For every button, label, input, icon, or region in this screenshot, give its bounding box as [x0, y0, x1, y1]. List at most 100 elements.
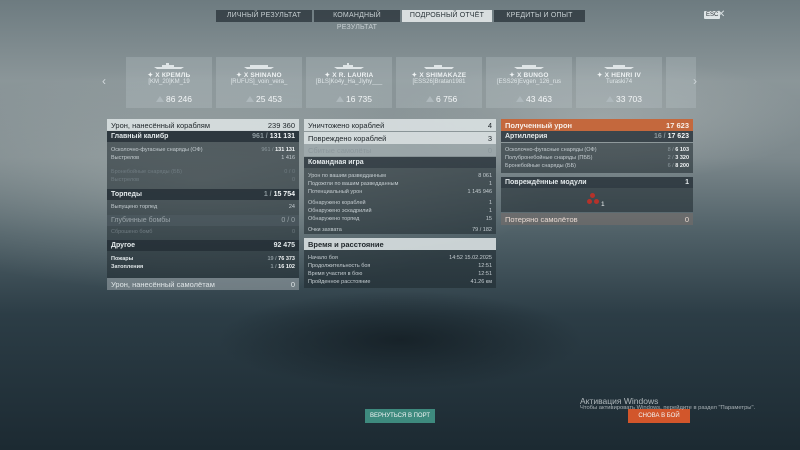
ship-damage: 86 246 — [166, 94, 192, 104]
artillery-label: Артиллерия — [505, 133, 548, 140]
main-caliber-row: Главный калибр 961 / 131 131 — [107, 131, 299, 142]
spot-damage-label: Урон по вашим разведданным — [308, 173, 386, 179]
participation-time-value: 12:51 — [478, 271, 492, 277]
artillery-row: Артиллерия 16 / 17 623 — [501, 131, 693, 142]
received-ap-hits: 6 / — [667, 163, 674, 169]
module-count: 1 — [601, 201, 605, 208]
received-he-damage: 6 103 — [675, 147, 689, 153]
distance-row: Пройденное расстояние 41.26 км — [304, 278, 496, 286]
fires-label: Пожары — [111, 256, 134, 262]
potential-damage-value: 1 145 946 — [467, 189, 492, 195]
he-shots-value: 1 416 — [281, 155, 295, 161]
torpedoes-damage: 15 754 — [273, 191, 295, 198]
ship-card[interactable]: ✦ X SHINANO [RUFUS]_voin_vera_ 25 453 — [216, 57, 302, 108]
spotted-torpedoes-label: Обнаружено торпед — [308, 216, 360, 222]
depth-charges-value: 0 / 0 — [281, 217, 295, 224]
other-damage-label: Другое — [111, 242, 136, 249]
battle-again-button[interactable]: СНОВА В БОЙ — [628, 409, 690, 423]
ship-silhouette-icon — [154, 63, 184, 69]
spotted-squadrons-row: Обнаружено эскадрилий 1 — [304, 207, 496, 215]
damage-icon — [336, 96, 344, 102]
ap-shots-value: 0 — [291, 177, 295, 183]
spotted-torpedoes-row: Обнаружено торпед 15 — [304, 215, 496, 223]
return-to-port-button[interactable]: ВЕРНУТЬСЯ В ПОРТ — [365, 409, 435, 423]
spot-fires-label: Подожгли по вашим разведданным — [308, 181, 399, 187]
received-damage-value: 17 623 — [666, 120, 689, 130]
ship-damage: 16 735 — [346, 94, 372, 104]
ship-card[interactable]: ✦ X HENRI IV Turaski74 33 703 — [576, 57, 662, 108]
received-damage-label: Полученный урон — [505, 120, 573, 130]
depth-charges-label: Глубинные бомбы — [111, 217, 171, 224]
flooding-label: Затопления — [111, 264, 144, 270]
spot-damage-value: 8 061 — [478, 173, 492, 179]
ships-destroyed-label: Уничтожено кораблей — [308, 120, 385, 130]
damaged-modules-label: Повреждённые модули — [505, 179, 587, 186]
planes-lost-label: Потеряно самолётов — [505, 214, 578, 224]
ship-card-partial[interactable] — [666, 57, 696, 108]
other-damage-row: Другое 92 475 — [107, 240, 299, 251]
received-damage-header: Полученный урон 17 623 — [501, 119, 693, 131]
damage-icon — [606, 96, 614, 102]
ap-shells-value: 0 / 0 — [284, 169, 295, 175]
ships-damaged-value: 3 — [487, 133, 492, 143]
received-sap-damage: 3 320 — [675, 155, 689, 161]
ship-silhouette-icon — [334, 63, 364, 69]
ship-card[interactable]: ✦ X R. LAURIA [BLS]Ko4y_Ha_Jlyhy___ 16 7… — [306, 57, 392, 108]
capture-points-label: Очки захвата — [308, 227, 342, 233]
player-name: Turaski74 — [605, 79, 633, 85]
received-ap-row: Бронебойные снаряды (ББ) 6 / 8 200 — [501, 162, 693, 170]
damage-icon — [516, 96, 524, 102]
damage-to-ships-header: Урон, нанесённый кораблям 239 360 — [107, 119, 299, 131]
he-shells-damage: 131 131 — [275, 147, 295, 153]
main-caliber-hits: 961 / — [252, 133, 268, 140]
depth-charges-row: Глубинные бомбы 0 / 0 — [107, 215, 299, 226]
ship-name: ✦ X R. LAURIA — [324, 72, 374, 79]
potential-damage-label: Потенциальный урон — [308, 189, 363, 195]
player-name: [BLS]Ko4y_Ha_Jlyhy___ — [315, 79, 383, 85]
tab-personal-result[interactable]: ЛИЧНЫЙ РЕЗУЛЬТАТ — [216, 10, 312, 22]
flooding-count: 1 / — [270, 264, 277, 270]
ship-damage: 25 453 — [256, 94, 282, 104]
ship-card[interactable]: ✦ X КРЕМЛЬ [KM_20]KM_19 86 246 — [126, 57, 212, 108]
planes-lost-value: 0 — [684, 214, 689, 224]
spotted-squadrons-value: 1 — [488, 208, 492, 214]
ship-card[interactable]: ✦ X SHIMAKAZE [ESS26]Bratan1981 6 756 — [396, 57, 482, 108]
spot-damage-row: Урон по вашим разведданным 8 061 — [304, 172, 496, 180]
bombs-dropped-row: Сброшено бомб 0 — [107, 228, 299, 236]
received-sap-hits: 2 / — [667, 155, 674, 161]
ship-damage: 6 756 — [436, 94, 458, 104]
planes-shot-header: Сбитые самолёты 0 — [304, 144, 496, 156]
battle-duration-row: Продолжительность боя 12:51 — [304, 262, 496, 270]
ships-destroyed-value: 4 — [487, 120, 492, 130]
ship-card[interactable]: ✦ X BUNGO [ESS26]Evgen_126_rus 43 463 — [486, 57, 572, 108]
tab-credits-xp[interactable]: КРЕДИТЫ И ОПЫТ — [494, 10, 585, 22]
potential-damage-row: Потенциальный урон 1 145 946 — [304, 188, 496, 196]
received-he-row: Осколочно-фугасные снаряды (ОФ) 8 / 6 10… — [501, 146, 693, 154]
tab-team-result[interactable]: КОМАНДНЫЙ РЕЗУЛЬТАТ — [314, 10, 400, 31]
ship-name: ✦ X SHINANO — [236, 72, 282, 79]
he-shells-hits: 961 / — [261, 147, 274, 153]
ship-silhouette-icon — [244, 65, 274, 69]
player-name: [RUFUS]_voin_vera_ — [230, 79, 288, 85]
team-play-header: Командная игра — [304, 157, 496, 168]
player-name: [KM_20]KM_19 — [148, 79, 190, 85]
prev-arrow-icon[interactable]: ‹ — [102, 74, 106, 88]
activation-watermark-text: Чтобы активировать Windows, перейдите в … — [580, 405, 756, 411]
player-name: [ESS26]Evgen_126_rus — [496, 79, 562, 85]
tab-detailed-report[interactable]: ПОДРОБНЫЙ ОТЧЁТ — [402, 10, 492, 22]
close-icon[interactable]: ✕ — [717, 9, 725, 20]
distance-label: Пройденное расстояние — [308, 279, 371, 285]
ship-silhouette-icon — [604, 65, 634, 69]
received-he-label: Осколочно-фугасные снаряды (ОФ) — [505, 147, 597, 153]
damage-to-ships-value: 239 360 — [267, 120, 295, 130]
team-play-label: Командная игра — [308, 159, 364, 166]
fires-damage: 76 373 — [278, 256, 295, 262]
spot-fires-value: 1 — [488, 181, 492, 187]
fires-count: 19 / — [267, 256, 277, 262]
participation-time-label: Время участия в бою — [308, 271, 363, 277]
he-shots-label: Выстрелов — [111, 155, 140, 161]
torpedoes-hits: 1 / — [263, 191, 272, 198]
received-sap-label: Полубронебойные снаряды (ПББ) — [505, 155, 593, 161]
ap-shells-label: Бронебойные снаряды (ББ) — [111, 169, 183, 175]
he-shots-row: Выстрелов 1 416 — [107, 154, 299, 162]
